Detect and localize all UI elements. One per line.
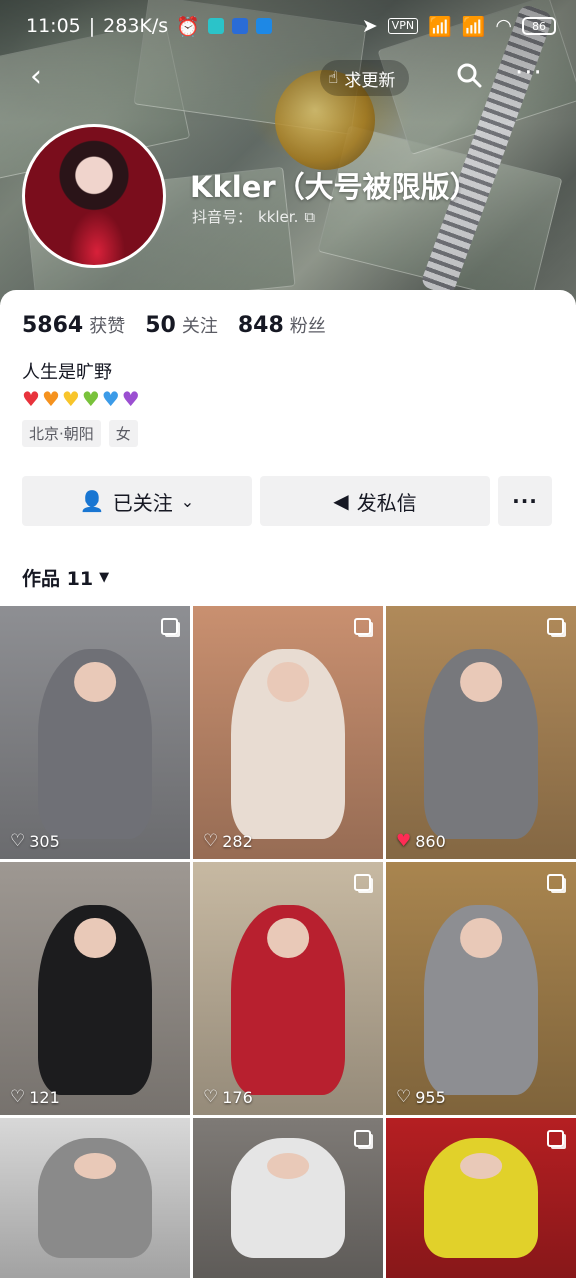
signal-icon: 📶 (428, 15, 452, 38)
like-count: ♥ 860 (396, 831, 446, 851)
signal-icon: 📶 (461, 15, 486, 38)
following-button[interactable]: 👤 已关注 ⌄ (22, 476, 252, 526)
stat-following[interactable]: 50 关注 (145, 312, 218, 338)
chevron-down-icon: ⌄ (180, 491, 195, 511)
like-count: ♡ 176 (203, 1087, 253, 1107)
app-notification-icon (207, 18, 224, 34)
send-message-button[interactable]: ◀ 发私信 (260, 476, 490, 526)
copy-icon[interactable]: ⧉ (304, 208, 315, 226)
wifi-icon: ◠ (495, 15, 512, 37)
profile-card: 5864 获赞 50 关注 848 粉丝 人生是旷野 ♥ ♥ ♥ ♥ ♥ ♥ 北京·朝阳 女 👤… (0, 290, 576, 1280)
tab-works[interactable]: 作品 11 ▼ (22, 564, 109, 591)
video-thumbnail[interactable]: ♡ 305 (0, 606, 190, 859)
profile-actions: 👤 已关注 ⌄ ◀ 发私信 ··· (22, 476, 554, 526)
request-update-button[interactable]: ☝ 求更新 (320, 60, 410, 96)
douyin-id[interactable]: 抖音号： kkler. ⧉ (192, 206, 315, 227)
profile-tags: 北京·朝阳 女 (22, 420, 138, 447)
profile-stats: 5864 获赞 50 关注 848 粉丝 (22, 312, 326, 338)
alarm-icon: ⏰ (176, 15, 200, 38)
avatar[interactable] (22, 124, 166, 268)
multi-image-icon (354, 618, 371, 635)
like-count: ♡ 282 (203, 831, 253, 851)
multi-image-icon (161, 618, 178, 635)
stat-likes[interactable]: 5864 获赞 (22, 312, 125, 338)
heart-emoji-icon: ♥ (22, 387, 40, 411)
clock: 11:05 (26, 15, 81, 37)
heart-emoji-icon: ♥ (101, 387, 120, 411)
profile-nickname: Kkler（大号被限版） (190, 170, 479, 204)
heart-emoji-icon: ♥ (61, 387, 80, 411)
heart-emoji-icon: ♥ (121, 387, 140, 411)
video-thumbnail[interactable]: ♡ 121 (0, 862, 190, 1115)
multi-image-icon (547, 1130, 564, 1147)
multi-image-icon (354, 1130, 371, 1147)
battery-icon: 86 (522, 17, 556, 35)
heart-icon: ♡ (10, 831, 26, 851)
video-thumbnail[interactable]: ♡ 176 (193, 862, 383, 1115)
thumbnail-subject-head (267, 661, 309, 703)
thumbnail-subject-head (460, 917, 502, 959)
more-actions-button[interactable]: ··· (498, 476, 552, 526)
network-speed: 283K/s (103, 15, 169, 37)
thumbnail-subject-head (460, 661, 502, 703)
video-thumbnail[interactable] (0, 1118, 190, 1278)
bio-hearts: ♥ ♥ ♥ ♥ ♥ ♥ (22, 388, 140, 410)
works-grid: ♡ 305 ♡ 282 ♥ 860 ♡ 121 ♡ 176 ♡ 955 (0, 606, 576, 1278)
thumbnail-subject-head (74, 1153, 116, 1179)
tag-gender: 女 (108, 420, 138, 447)
tag-location: 北京·朝阳 (22, 420, 101, 447)
top-navigation: ‹ ☝ 求更新 ··· (0, 56, 576, 100)
thumbnail-subject-head (267, 1153, 309, 1179)
app-notification-icon (231, 18, 248, 34)
vpn-indicator: VPN (387, 18, 419, 34)
like-count: ♡ 305 (10, 831, 60, 851)
user-check-icon: 👤 (79, 489, 105, 513)
location-icon: ➤ (361, 15, 378, 37)
heart-icon: ♡ (203, 831, 219, 851)
thumbnail-subject-head (74, 661, 116, 703)
video-thumbnail[interactable]: ♡ 282 (193, 606, 383, 859)
like-count: ♡ 955 (396, 1087, 446, 1107)
thumbnail-subject-head (74, 917, 116, 959)
more-options-icon[interactable]: ··· (515, 58, 543, 88)
status-bar: 11:05 | 283K/s ⏰ ➤ VPN 📶 📶 ◠ 86 (0, 0, 576, 52)
heart-icon: ♡ (10, 1087, 26, 1107)
heart-emoji-icon: ♥ (81, 387, 100, 411)
thumbnail-subject-head (460, 1153, 502, 1179)
back-icon[interactable]: ‹ (30, 62, 42, 92)
profile-bio: 人生是旷野 (22, 362, 112, 383)
heart-emoji-icon: ♥ (41, 387, 60, 411)
multi-image-icon (354, 874, 371, 891)
thumb-icon: ☝ (328, 68, 339, 88)
thumbnail-subject-head (267, 917, 309, 959)
multi-image-icon (547, 874, 564, 891)
video-thumbnail[interactable]: ♥ 860 (386, 606, 576, 859)
heart-icon: ♥ (396, 831, 412, 851)
multi-image-icon (547, 618, 564, 635)
video-thumbnail[interactable] (193, 1118, 383, 1278)
upload-icon (255, 18, 272, 34)
heart-icon: ♡ (203, 1087, 219, 1107)
search-icon[interactable] (456, 62, 482, 95)
video-thumbnail[interactable] (386, 1118, 576, 1278)
stat-followers[interactable]: 848 粉丝 (238, 312, 326, 338)
video-thumbnail[interactable]: ♡ 955 (386, 862, 576, 1115)
send-icon: ◀ (333, 489, 349, 513)
like-count: ♡ 121 (10, 1087, 60, 1107)
caret-down-icon: ▼ (99, 570, 110, 585)
heart-icon: ♡ (396, 1087, 412, 1107)
